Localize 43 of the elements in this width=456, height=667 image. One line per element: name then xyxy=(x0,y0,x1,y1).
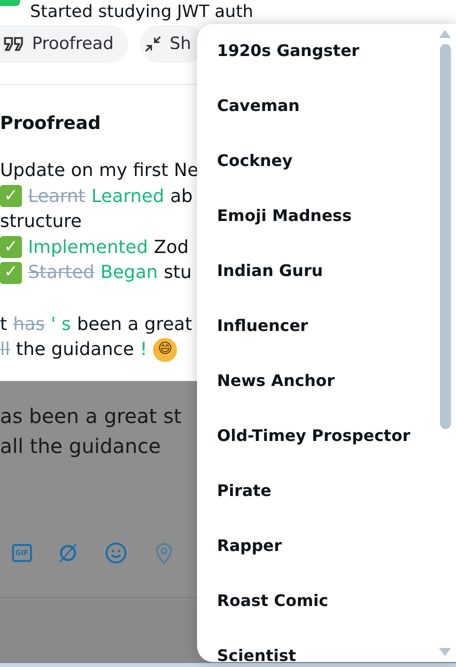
shrink-icon xyxy=(144,35,162,53)
body-text: Zod xyxy=(154,236,189,260)
post-text: as been a great st xyxy=(0,402,182,430)
body-text: ab xyxy=(170,184,193,208)
body-text: the guidance xyxy=(16,338,134,362)
deleted-text: has xyxy=(13,312,45,336)
menu-item[interactable]: Emoji Madness xyxy=(197,203,437,258)
status-square xyxy=(0,0,20,6)
inserted-text: ! xyxy=(140,338,148,362)
quote-icon xyxy=(4,36,24,52)
body-text: t xyxy=(0,312,8,336)
checkmark-icon: ✓ xyxy=(0,185,22,208)
deleted-text: Learnt xyxy=(28,184,86,208)
inserted-text: Learned xyxy=(91,184,164,208)
scroll-up-icon[interactable] xyxy=(439,30,451,38)
checkmark-icon: ✓ xyxy=(0,262,22,284)
emoji-icon[interactable] xyxy=(104,540,128,564)
menu-item[interactable]: Indian Guru xyxy=(197,258,437,313)
action-chip[interactable]: Proofread xyxy=(0,25,128,63)
body-text: Update on my first Ne xyxy=(0,159,198,183)
menu-item[interactable]: Cockney xyxy=(197,148,437,203)
menu-item[interactable]: Old-Timey Prospector xyxy=(197,423,437,478)
body-text: stu xyxy=(164,261,192,285)
section-title: Proofread xyxy=(0,113,102,134)
post-title: Started studying JWT auth xyxy=(30,2,254,22)
post-text: all the guidance xyxy=(0,432,161,460)
menu-item[interactable]: Influencer xyxy=(197,313,437,368)
menu-item[interactable]: News Anchor xyxy=(197,368,437,423)
inserted-text: ' s xyxy=(50,312,71,336)
body-text: structure xyxy=(0,210,82,234)
menu-item[interactable]: Caveman xyxy=(197,93,437,148)
checkmark-icon: ✓ xyxy=(0,236,22,258)
inserted-text: Implemented xyxy=(28,236,148,260)
menu-item[interactable]: Roast Comic xyxy=(197,588,437,643)
menu-item[interactable]: Scientist xyxy=(197,643,437,662)
scroll-down-icon[interactable] xyxy=(439,648,451,656)
body-text: been a great xyxy=(76,312,192,336)
menu-item[interactable]: Rapper xyxy=(197,533,437,588)
inserted-text: Began xyxy=(100,261,158,285)
deleted-text: Started xyxy=(28,261,94,285)
deleted-text: ll xyxy=(0,338,10,362)
menu-item[interactable]: Pirate xyxy=(197,478,437,533)
emoji: 😄 xyxy=(153,338,178,362)
